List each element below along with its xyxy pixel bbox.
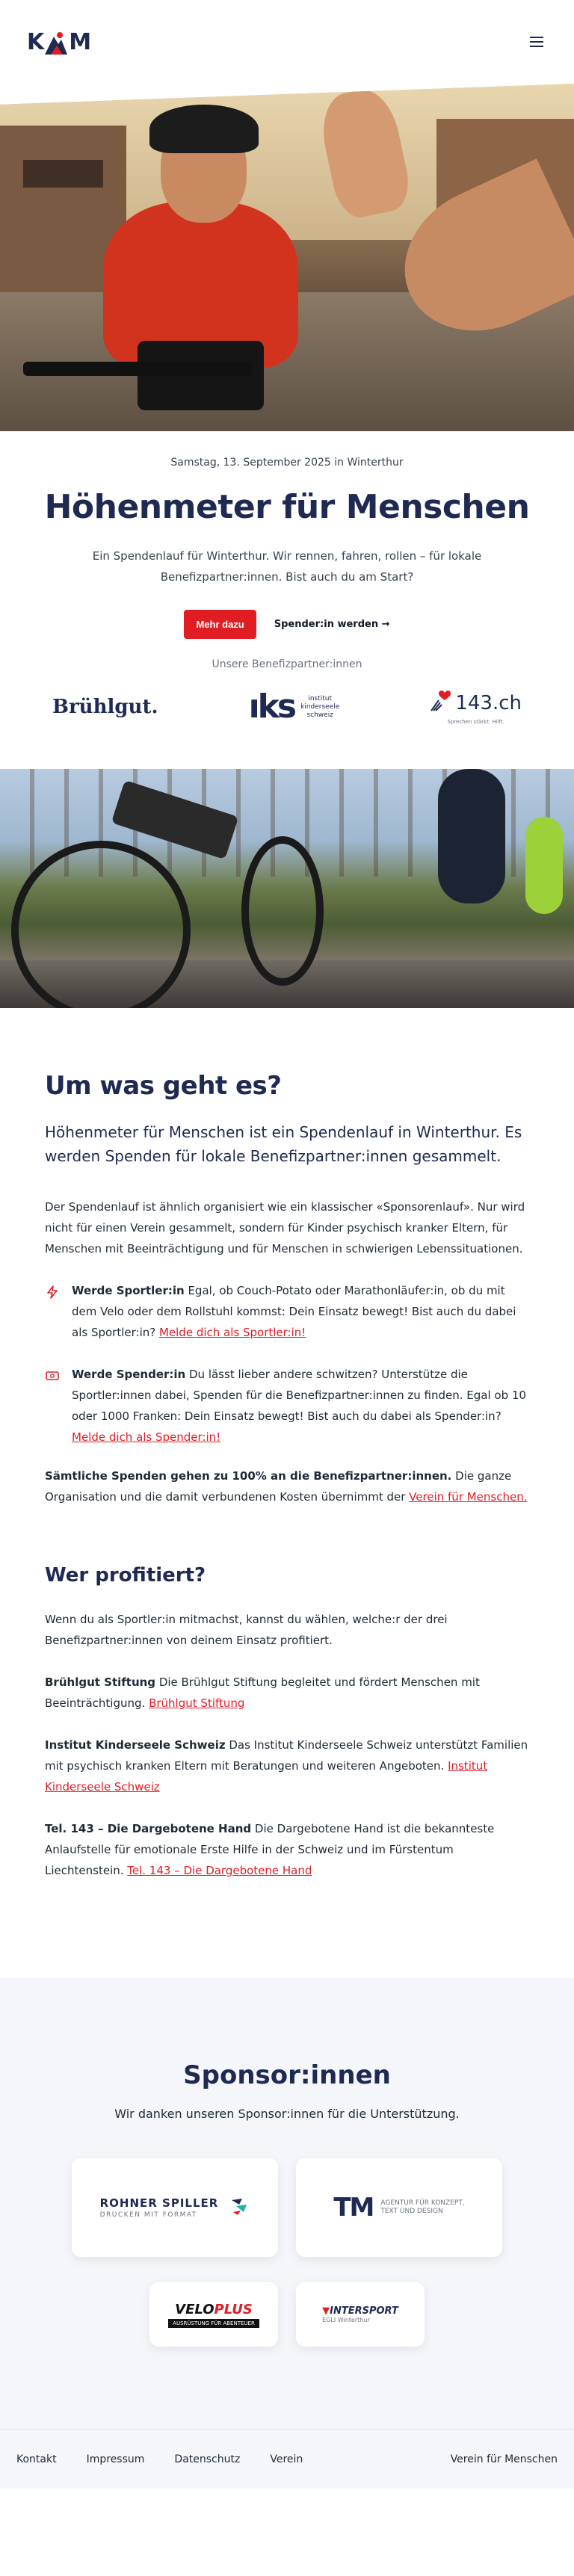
footer-link-datenschutz[interactable]: Datenschutz xyxy=(174,2453,240,2465)
tel143-logo[interactable]: 143.ch Sprechen stärkt. Hilft. xyxy=(430,690,522,725)
rohner-swirl-icon xyxy=(229,2196,250,2220)
beneficiaries-intro: Wenn du als Sportler:in mitmachst, kanns… xyxy=(45,1613,448,1647)
sponsor-veloplus[interactable]: VELOPLUS AUSRÜSTUNG FÜR ABENTEUER xyxy=(149,2282,278,2347)
partner-logos: Brühlgut. ıks institut kinderseele schwe… xyxy=(30,670,544,730)
about-section: Um was geht es? Höhenmeter für Menschen … xyxy=(0,1008,574,1911)
hero-image xyxy=(0,84,574,431)
kinderseele-logo[interactable]: ıks institut kinderseele schweiz xyxy=(249,691,340,723)
sponsors-heading: Sponsor:innen xyxy=(183,2060,391,2090)
sponsors-section: Sponsor:innen Wir danken unseren Sponsor… xyxy=(0,1978,574,2429)
sponsor-rohner-spiller[interactable]: ROHNER SPILLER DRUCKEN MIT FORMAT xyxy=(72,2158,278,2257)
beneficiary-kinderseele: Institut Kinderseele Schweiz Das Institu… xyxy=(45,1738,528,1794)
hamburger-icon[interactable] xyxy=(526,31,547,52)
become-donor-link[interactable]: Spender:in werden → xyxy=(274,619,390,630)
tel143-link[interactable]: Tel. 143 – Die Dargebotene Hand xyxy=(127,1864,312,1877)
intersport-sub: EGLI Winterthur xyxy=(322,2317,370,2323)
sponsor-grid: ROHNER SPILLER DRUCKEN MIT FORMAT TM AGE… xyxy=(30,2158,544,2347)
feature-athlete-title: Werde Sportler:in xyxy=(72,1284,185,1297)
about-body: Der Spendenlauf ist ähnlich organisiert … xyxy=(45,1200,525,1255)
register-donor-link[interactable]: Melde dich als Spender:in! xyxy=(72,1430,220,1444)
banknote-icon xyxy=(45,1368,60,1383)
logo-letter-right: M xyxy=(69,28,91,55)
tm-text: AGENTUR FÜR KONZEPT, TEXT UND DESIGN xyxy=(380,2199,465,2215)
tel143-sub: Sprechen stärkt. Hilft. xyxy=(447,718,504,725)
logo-letter-left: K xyxy=(27,28,44,55)
sponsor-tm[interactable]: TM AGENTUR FÜR KONZEPT, TEXT UND DESIGN xyxy=(296,2158,502,2257)
beneficiary-bruehlgut: Brühlgut Stiftung Die Brühlgut Stiftung … xyxy=(45,1675,480,1710)
footer-link-kontakt[interactable]: Kontakt xyxy=(16,2453,57,2465)
footer-nav: Kontakt Impressum Datenschutz Verein xyxy=(16,2453,303,2465)
site-footer: Kontakt Impressum Datenschutz Verein Ver… xyxy=(0,2429,574,2489)
feature-donor: Werde Spender:in Du lässt lieber andere … xyxy=(45,1364,529,1448)
site-logo[interactable]: K M xyxy=(27,28,91,55)
rohner-tag: DRUCKEN MIT FORMAT xyxy=(99,2211,197,2219)
register-athlete-link[interactable]: Melde dich als Sportler:in! xyxy=(159,1326,306,1339)
footer-org-link[interactable]: Verein für Menschen xyxy=(451,2453,558,2465)
beneficiary-tel143: Tel. 143 – Die Dargebotene Hand Die Darg… xyxy=(45,1822,495,1877)
cyclists-image xyxy=(0,769,574,1008)
rohner-name: ROHNER SPILLER xyxy=(99,2196,219,2210)
donation-note: Sämtliche Spenden gehen zu 100% an die B… xyxy=(45,1469,528,1504)
kinderseele-text: institut kinderseele schweiz xyxy=(300,694,340,719)
hero-lead: Ein Spendenlauf für Winterthur. Wir renn… xyxy=(92,549,482,584)
footer-link-impressum[interactable]: Impressum xyxy=(87,2453,145,2465)
page-title: Höhenmeter für Menschen xyxy=(44,488,530,526)
logo-wordmark: K M xyxy=(27,28,91,55)
footer-link-verein[interactable]: Verein xyxy=(270,2453,303,2465)
about-intro: Höhenmeter für Menschen ist ein Spendenl… xyxy=(45,1123,522,1165)
hero-actions: Mehr dazu Spender:in werden → xyxy=(30,610,544,639)
tel143-text: 143.ch xyxy=(455,692,522,714)
lightning-icon xyxy=(45,1285,60,1300)
heart-hand-icon xyxy=(430,690,454,717)
association-link[interactable]: Verein für Menschen. xyxy=(409,1490,527,1504)
feature-athlete: Werde Sportler:in Egal, ob Couch-Potato … xyxy=(45,1280,529,1343)
more-info-button[interactable]: Mehr dazu xyxy=(184,610,256,639)
intersport-name: ▼INTERSPORT xyxy=(322,2305,398,2317)
about-heading: Um was geht es? xyxy=(45,1071,282,1101)
sponsors-subtitle: Wir danken unseren Sponsor:innen für die… xyxy=(114,2107,460,2121)
veloplus-tag: AUSRÜSTUNG FÜR ABENTEUER xyxy=(168,2318,259,2328)
sponsor-intersport[interactable]: ▼INTERSPORT EGLI Winterthur xyxy=(296,2282,425,2347)
hero-section: Samstag, 13. September 2025 in Winterthu… xyxy=(0,431,574,730)
bruehlgut-link[interactable]: Brühlgut Stiftung xyxy=(149,1696,244,1710)
logo-mountain-icon xyxy=(45,29,68,55)
veloplus-name: VELOPLUS xyxy=(175,2301,253,2317)
site-header: K M xyxy=(0,0,574,84)
partners-label: Unsere Benefizpartner:innen xyxy=(212,658,362,670)
beneficiaries-heading: Wer profitiert? xyxy=(45,1564,206,1587)
tm-mark: TM xyxy=(333,2193,374,2223)
feature-donor-title: Werde Spender:in xyxy=(72,1368,186,1381)
event-date: Samstag, 13. September 2025 in Winterthu… xyxy=(170,457,404,469)
kinderseele-mark: ıks xyxy=(248,688,297,726)
bruehlgut-logo[interactable]: Brühlgut. xyxy=(52,696,158,718)
